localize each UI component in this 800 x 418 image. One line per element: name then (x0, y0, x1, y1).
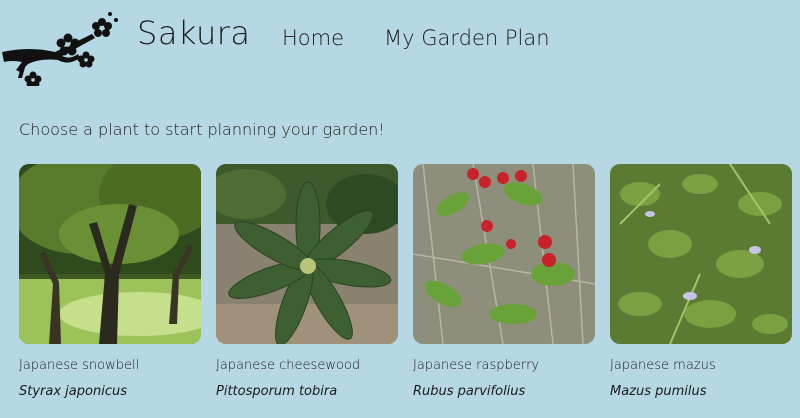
nav-link-my-garden-plan[interactable]: My Garden Plan (384, 26, 550, 50)
plant-image-snowbell[interactable] (19, 164, 201, 344)
plant-image-cheesewood[interactable] (216, 164, 398, 344)
plant-scientific-name: Pittosporum tobira (216, 384, 338, 399)
plant-common-name: Japanese raspberry (413, 358, 540, 373)
plant-scientific-name: Rubus parvifolius (413, 384, 526, 399)
brand-title[interactable]: Sakura (137, 14, 251, 52)
plant-image-mazus[interactable] (610, 164, 792, 344)
plant-scientific-name: Styrax japonicus (19, 384, 127, 399)
plant-image-raspberry[interactable] (413, 164, 595, 344)
plant-card-raspberry[interactable]: Japanese raspberry Rubus parvifolius (413, 164, 595, 402)
plant-scientific-name: Mazus pumilus (610, 384, 707, 399)
nav-link-home[interactable]: Home (282, 26, 344, 50)
plant-common-name: Japanese cheesewood (216, 358, 361, 373)
plant-card-snowbell[interactable]: Japanese snowbell Styrax japonicus (19, 164, 201, 402)
plant-card-mazus[interactable]: Japanese mazus Mazus pumilus (610, 164, 792, 402)
intro-text: Choose a plant to start planning your ga… (19, 120, 385, 139)
plant-common-name: Japanese snowbell (19, 358, 140, 373)
plant-card-cheesewood[interactable]: Japanese cheesewood Pittosporum tobira (216, 164, 398, 402)
cherry-blossom-logo-icon[interactable] (0, 8, 120, 86)
plant-common-name: Japanese mazus (610, 358, 716, 373)
